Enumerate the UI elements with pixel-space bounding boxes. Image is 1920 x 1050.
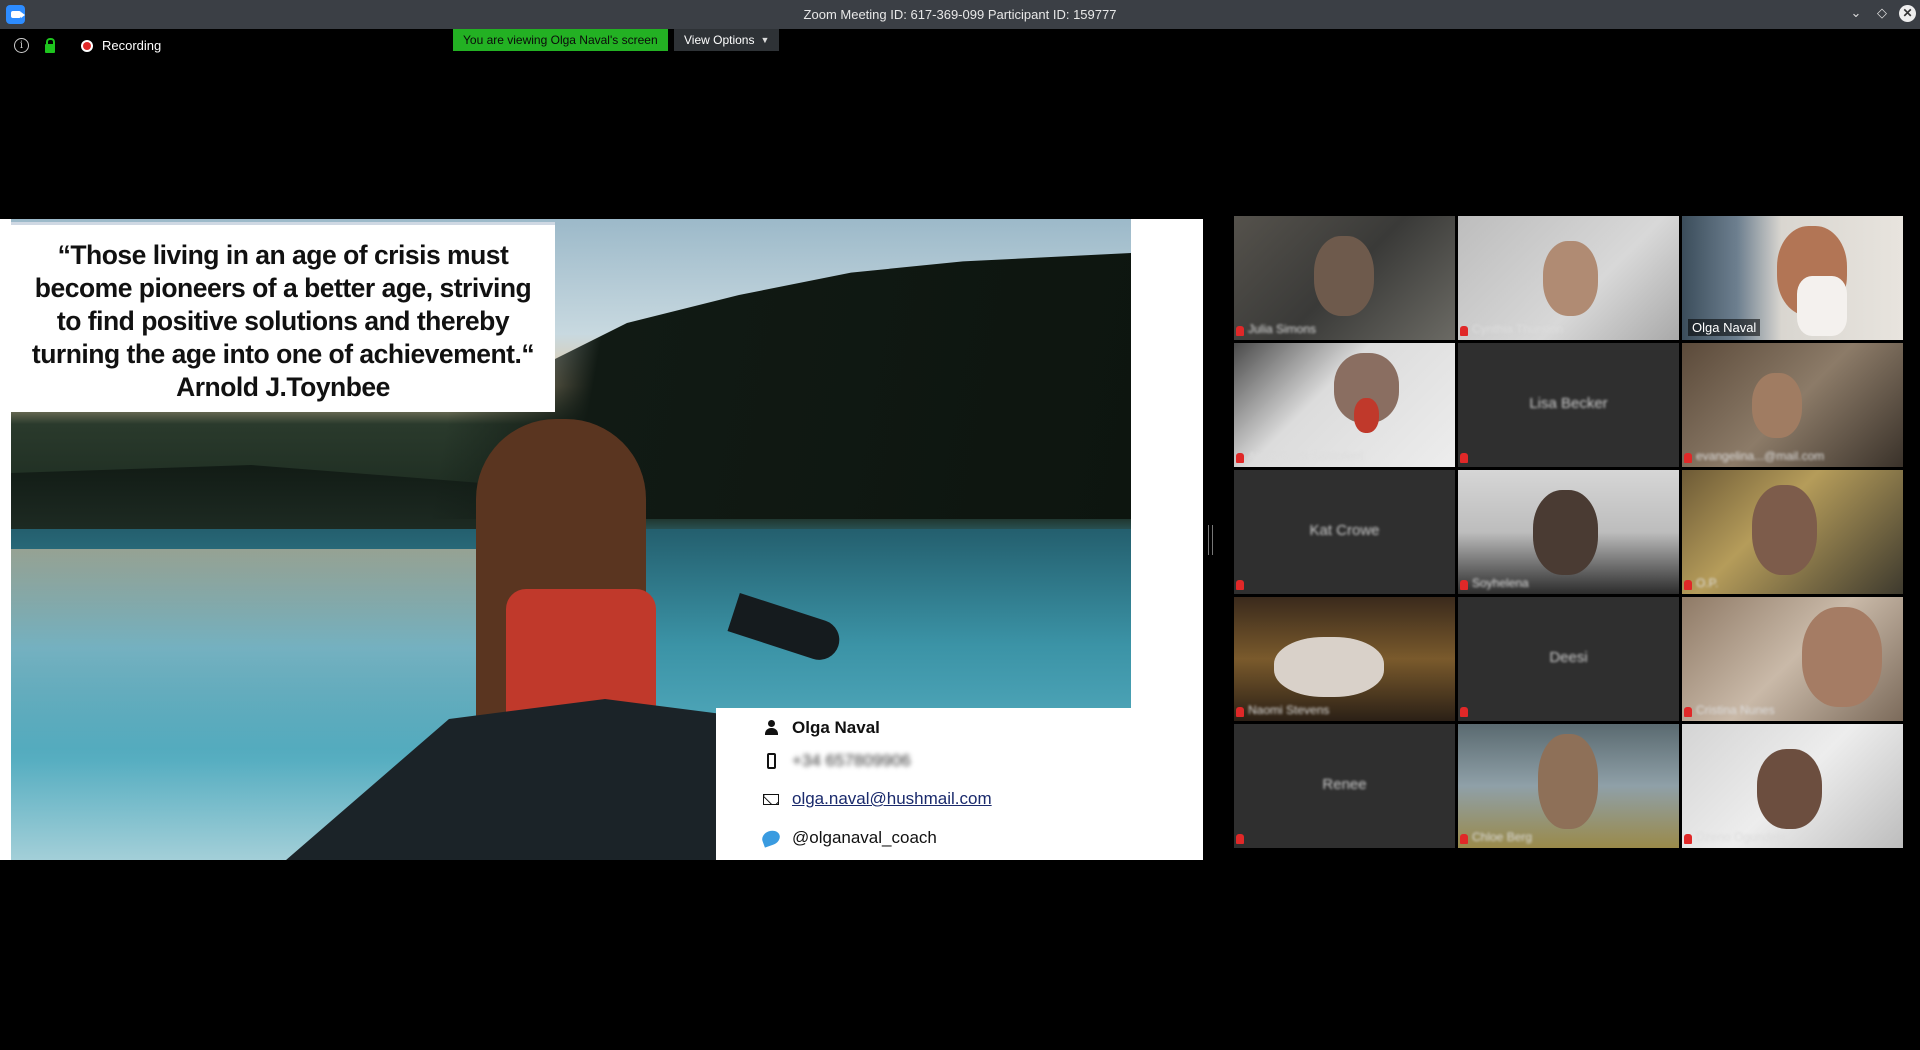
panel-resize-handle[interactable] [1208,525,1213,555]
participant-name: Kat Crowe [1309,522,1380,539]
window-title: Zoom Meeting ID: 617-369-099 Participant… [803,7,1117,22]
info-icon[interactable]: i [14,38,29,53]
participant-name: O.P. [1696,576,1719,590]
zoom-app-icon [6,5,25,24]
participant-tile[interactable]: Julia Simons [1234,216,1455,340]
participant-tile[interactable]: O.P. [1682,470,1903,594]
participant-tile[interactable]: Lisa Becker [1458,343,1679,467]
muted-mic-icon [1460,453,1468,463]
participant-name: Cynthia Thurston [1472,322,1564,336]
muted-mic-icon [1460,834,1468,844]
participant-name: Alessandra Santoferri [1248,449,1364,463]
lock-icon[interactable] [45,37,55,53]
contact-twitter-row: @olganaval_coach [760,828,937,848]
participant-tile[interactable]: Kat Crowe [1234,470,1455,594]
contact-email-link[interactable]: olga.naval@hushmail.com [792,789,992,809]
maximize-diamond-icon[interactable]: ◇ [1873,4,1891,22]
twitter-bird-icon [760,828,782,848]
participant-tile[interactable]: Soyhelena [1458,470,1679,594]
participant-tile[interactable]: Deesi [1458,597,1679,721]
recording-indicator[interactable]: Recording [81,38,161,53]
quote-line: to find positive solutions and thereby [56,306,510,336]
contact-name-row: Olga Naval [762,718,880,738]
muted-mic-icon [1236,326,1244,336]
participant-name: Naomi Stevens [1248,703,1330,717]
view-options-label: View Options [684,33,755,47]
quote-box: “Those living in an age of crisis must b… [11,222,555,412]
quote-line: become pioneers of a better age, strivin… [34,273,532,303]
minimize-chevron-icon[interactable]: ⌄ [1847,4,1865,22]
title-bar: Zoom Meeting ID: 617-369-099 Participant… [0,0,1920,29]
recording-label: Recording [102,38,162,53]
muted-mic-icon [1460,326,1468,336]
participant-tile[interactable]: Renee [1234,724,1455,848]
participant-tile[interactable]: evangelina...@mail.com [1682,343,1903,467]
participant-name: Cristina Nunes [1696,703,1775,717]
muted-mic-icon [1684,453,1692,463]
quote-line: turning the age into one of achievement.… [31,339,535,369]
meeting-info-bar: i Recording [14,37,161,53]
record-icon [81,39,93,52]
muted-mic-icon [1684,834,1692,844]
participant-tile[interactable]: Dzeno Ogundele [1682,724,1903,848]
muted-mic-icon [1684,707,1692,717]
quote-line: “Those living in an age of crisis must [57,240,509,270]
contact-phone-row: +34 657809906 [762,751,911,771]
muted-mic-icon [1684,580,1692,590]
quote-author: Arnold J.Toynbee [176,372,390,402]
participant-tile[interactable]: Alessandra Santoferri [1234,343,1455,467]
participant-tile[interactable]: Naomi Stevens [1234,597,1455,721]
participant-gallery: Julia Simons Cynthia Thurston Olga Naval… [1234,216,1904,851]
phone-icon [766,753,776,769]
participant-name: Lisa Becker [1529,395,1608,412]
person-icon [764,720,778,736]
contact-card: Olga Naval +34 657809906 olga.naval@hush… [716,708,1131,860]
muted-mic-icon [1236,580,1244,590]
chevron-down-icon: ▼ [760,35,770,45]
muted-mic-icon [1236,453,1244,463]
view-options-button[interactable]: View Options ▼ [674,29,780,51]
participant-name: Deesi [1549,649,1588,666]
mail-icon [763,793,779,805]
participant-name: evangelina...@mail.com [1696,449,1825,463]
participant-name: Chloe Berg [1472,830,1533,844]
muted-mic-icon [1460,707,1468,717]
muted-mic-icon [1236,707,1244,717]
muted-mic-icon [1236,834,1244,844]
participant-name: Soyhelena [1472,576,1529,590]
viewing-screen-banner: You are viewing Olga Naval's screen [453,29,668,51]
contact-email-row: olga.naval@hushmail.com [762,789,992,809]
participant-name: Julia Simons [1248,322,1317,336]
participant-name: Dzeno Ogundele [1696,830,1787,844]
muted-mic-icon [1460,580,1468,590]
participant-tile[interactable]: Cynthia Thurston [1458,216,1679,340]
participant-tile-active-speaker[interactable]: Olga Naval [1682,216,1903,340]
contact-twitter: @olganaval_coach [792,828,937,847]
participant-tile[interactable]: Chloe Berg [1458,724,1679,848]
contact-name: Olga Naval [792,718,880,737]
contact-phone: +34 657809906 [792,751,911,770]
close-icon[interactable]: ✕ [1899,4,1916,22]
shared-screen: “Those living in an age of crisis must b… [0,219,1203,860]
participant-name: Olga Naval [1688,319,1761,336]
participant-tile[interactable]: Cristina Nunes [1682,597,1903,721]
participant-name: Renee [1322,776,1367,793]
